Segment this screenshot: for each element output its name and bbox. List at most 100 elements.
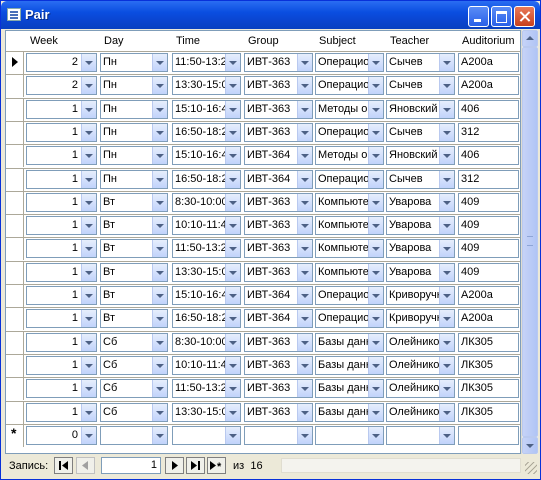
group-combo[interactable]: ИВТ-363 bbox=[244, 123, 313, 142]
column-header-group[interactable]: Group bbox=[248, 31, 279, 51]
group-combo[interactable]: ИВТ-363 bbox=[244, 53, 313, 72]
chevron-down-icon[interactable] bbox=[297, 217, 312, 234]
auditorium-combo[interactable]: 312 bbox=[458, 170, 519, 189]
time-combo[interactable]: 16:50-18:2 bbox=[172, 309, 241, 328]
row-selector[interactable] bbox=[6, 331, 24, 354]
chevron-down-icon[interactable] bbox=[225, 194, 240, 211]
chevron-down-icon[interactable] bbox=[152, 194, 167, 211]
auditorium-combo[interactable]: ЛК305 bbox=[458, 403, 519, 422]
subject-combo[interactable]: Операцио bbox=[315, 123, 384, 142]
subject-combo[interactable]: Компьюте bbox=[315, 263, 384, 282]
subject-combo[interactable]: Базы данн bbox=[315, 403, 384, 422]
time-combo[interactable]: 10:10-11:4 bbox=[172, 216, 241, 235]
chevron-down-icon[interactable] bbox=[368, 427, 383, 444]
teacher-combo[interactable]: Олейнико bbox=[386, 379, 455, 398]
group-combo[interactable]: ИВТ-363 bbox=[244, 76, 313, 95]
group-combo[interactable]: ИВТ-363 bbox=[244, 333, 313, 352]
group-combo[interactable]: ИВТ-364 bbox=[244, 309, 313, 328]
minimize-icon[interactable] bbox=[468, 6, 489, 27]
time-combo[interactable]: 11:50-13:2 bbox=[172, 53, 241, 72]
first-record-icon[interactable] bbox=[54, 457, 73, 474]
chevron-down-icon[interactable] bbox=[81, 287, 96, 304]
chevron-down-icon[interactable] bbox=[439, 240, 454, 257]
time-combo[interactable]: 13:30-15:0 bbox=[172, 76, 241, 95]
previous-record-icon[interactable] bbox=[76, 457, 95, 474]
new-row-day-combo[interactable] bbox=[100, 426, 168, 445]
day-combo[interactable]: Вт bbox=[100, 193, 168, 212]
subject-combo[interactable]: Методы о bbox=[315, 100, 384, 119]
chevron-down-icon[interactable] bbox=[439, 54, 454, 71]
chevron-down-icon[interactable] bbox=[225, 101, 240, 118]
chevron-down-icon[interactable] bbox=[225, 310, 240, 327]
day-combo[interactable]: Сб bbox=[100, 379, 168, 398]
auditorium-combo[interactable]: 409 bbox=[458, 239, 519, 258]
day-combo[interactable]: Пн bbox=[100, 146, 168, 165]
time-combo[interactable]: 16:50-18:2 bbox=[172, 170, 241, 189]
chevron-down-icon[interactable] bbox=[439, 334, 454, 351]
subject-combo[interactable]: Базы данн bbox=[315, 333, 384, 352]
chevron-down-icon[interactable] bbox=[297, 171, 312, 188]
group-combo[interactable]: ИВТ-363 bbox=[244, 239, 313, 258]
day-combo[interactable]: Вт bbox=[100, 239, 168, 258]
chevron-down-icon[interactable] bbox=[439, 287, 454, 304]
row-selector[interactable] bbox=[6, 191, 24, 214]
teacher-combo[interactable]: Уварова bbox=[386, 216, 455, 235]
teacher-combo[interactable]: Криворучк bbox=[386, 309, 455, 328]
chevron-down-icon[interactable] bbox=[439, 147, 454, 164]
column-header-week[interactable]: Week bbox=[30, 31, 58, 51]
row-selector[interactable] bbox=[6, 74, 24, 97]
week-combo[interactable]: 1 bbox=[26, 239, 97, 258]
current-row-arrow-icon[interactable] bbox=[6, 51, 24, 74]
teacher-combo[interactable]: Уварова bbox=[386, 263, 455, 282]
chevron-down-icon[interactable] bbox=[225, 124, 240, 141]
chevron-down-icon[interactable] bbox=[368, 124, 383, 141]
chevron-down-icon[interactable] bbox=[439, 357, 454, 374]
chevron-down-icon[interactable] bbox=[152, 380, 167, 397]
chevron-down-icon[interactable] bbox=[152, 334, 167, 351]
week-combo[interactable]: 1 bbox=[26, 170, 97, 189]
chevron-down-icon[interactable] bbox=[368, 101, 383, 118]
teacher-combo[interactable]: Олейнико bbox=[386, 333, 455, 352]
subject-combo[interactable]: Компьюте bbox=[315, 239, 384, 258]
chevron-down-icon[interactable] bbox=[225, 217, 240, 234]
chevron-down-icon[interactable] bbox=[225, 240, 240, 257]
chevron-down-icon[interactable] bbox=[225, 264, 240, 281]
group-combo[interactable]: ИВТ-364 bbox=[244, 170, 313, 189]
teacher-combo[interactable]: Сычев bbox=[386, 170, 455, 189]
chevron-down-icon[interactable] bbox=[225, 171, 240, 188]
chevron-down-icon[interactable] bbox=[152, 171, 167, 188]
row-selector[interactable] bbox=[6, 284, 24, 307]
time-combo[interactable]: 16:50-18:2 bbox=[172, 123, 241, 142]
maximize-icon[interactable] bbox=[491, 6, 512, 27]
current-record-input[interactable]: 1 bbox=[101, 457, 161, 474]
teacher-combo[interactable]: Яновский bbox=[386, 146, 455, 165]
day-combo[interactable]: Вт bbox=[100, 309, 168, 328]
chevron-down-icon[interactable] bbox=[81, 264, 96, 281]
chevron-down-icon[interactable] bbox=[297, 240, 312, 257]
time-combo[interactable]: 15:10-16:4 bbox=[172, 100, 241, 119]
chevron-down-icon[interactable] bbox=[439, 194, 454, 211]
chevron-down-icon[interactable] bbox=[225, 287, 240, 304]
week-combo[interactable]: 1 bbox=[26, 146, 97, 165]
time-combo[interactable]: 11:50-13:2 bbox=[172, 239, 241, 258]
scroll-down-icon[interactable] bbox=[522, 437, 538, 454]
auditorium-combo[interactable]: A200a bbox=[458, 309, 519, 328]
chevron-down-icon[interactable] bbox=[225, 427, 240, 444]
group-combo[interactable]: ИВТ-363 bbox=[244, 100, 313, 119]
chevron-down-icon[interactable] bbox=[368, 287, 383, 304]
row-selector[interactable] bbox=[6, 121, 24, 144]
chevron-down-icon[interactable] bbox=[152, 54, 167, 71]
week-combo[interactable]: 1 bbox=[26, 100, 97, 119]
auditorium-combo[interactable]: A200a bbox=[458, 286, 519, 305]
group-combo[interactable]: ИВТ-363 bbox=[244, 379, 313, 398]
subject-combo[interactable]: Операцио bbox=[315, 170, 384, 189]
auditorium-combo[interactable]: 409 bbox=[458, 193, 519, 212]
new-row-group-combo[interactable] bbox=[244, 426, 313, 445]
chevron-down-icon[interactable] bbox=[225, 147, 240, 164]
chevron-down-icon[interactable] bbox=[368, 334, 383, 351]
chevron-down-icon[interactable] bbox=[81, 217, 96, 234]
day-combo[interactable]: Вт bbox=[100, 263, 168, 282]
chevron-down-icon[interactable] bbox=[81, 380, 96, 397]
teacher-combo[interactable]: Сычев bbox=[386, 123, 455, 142]
day-combo[interactable]: Сб bbox=[100, 333, 168, 352]
